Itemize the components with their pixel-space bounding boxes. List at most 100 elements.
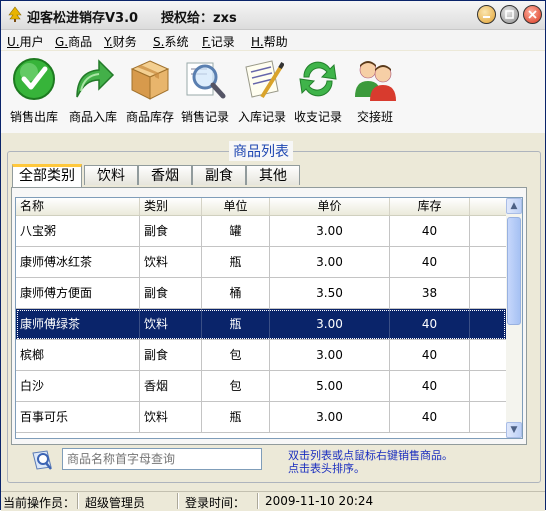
menu-bar: U.用户 G.商品 Y.财务 S.系统 F.记录 H.帮助 <box>1 30 545 50</box>
operator-value: 超级管理员 <box>85 496 146 510</box>
users-icon <box>355 61 396 101</box>
cell-name: 槟榔 <box>16 340 140 370</box>
login-time-label: 登录时间： <box>185 496 246 510</box>
title-bar[interactable]: 迎客松进销存V3.0 授权给：zxs <box>1 1 545 30</box>
toolbar: 销售出库 商品入库 商品库存 销售记录 入库记录 收支记录 交接班 <box>1 51 545 133</box>
cell-price: 5.00 <box>270 371 390 401</box>
magnifier-icon <box>186 62 226 99</box>
scroll-up-button[interactable]: ▲ <box>506 198 522 214</box>
cell-stock: 40 <box>390 247 470 277</box>
sales-out-label: 销售出库 <box>9 110 58 124</box>
shift-handover-button[interactable]: 交接班 <box>346 55 404 129</box>
table-row[interactable]: 康师傅方便面 副食桶 3.50 38 <box>16 278 506 309</box>
table-row[interactable]: 槟榔 副食包 3.00 40 <box>16 340 506 371</box>
cell-price: 3.00 <box>270 402 390 432</box>
tab-all-categories[interactable]: 全部类别 <box>12 164 82 187</box>
menu-records-key: F. <box>202 35 211 49</box>
minimize-icon <box>483 16 490 18</box>
status-separator <box>77 493 79 509</box>
close-button[interactable] <box>523 5 542 24</box>
sales-out-button[interactable]: 销售出库 <box>5 55 63 129</box>
app-window: 迎客松进销存V3.0 授权给：zxs U.用户 G.商品 Y.财务 S.系统 F… <box>0 0 546 511</box>
menu-user-key: U. <box>7 35 20 49</box>
menu-help[interactable]: H.帮助 <box>251 33 288 50</box>
tab-others[interactable]: 其他 <box>246 165 300 185</box>
cell-price: 3.00 <box>270 340 390 370</box>
cell-category: 饮料 <box>140 247 202 277</box>
stock-in-button[interactable]: 商品入库 <box>64 55 122 129</box>
tab-cigarettes[interactable]: 香烟 <box>138 165 192 185</box>
cell-unit: 包 <box>202 340 270 370</box>
menu-system-label: 系统 <box>164 35 189 49</box>
column-header-unit[interactable]: 单位 <box>202 198 270 215</box>
search-icon <box>32 450 52 470</box>
cell-name: 康师傅绿茶 <box>16 309 140 339</box>
cell-category: 饮料 <box>140 402 202 432</box>
minimize-button[interactable] <box>477 5 496 24</box>
menu-goods[interactable]: G.商品 <box>55 33 92 50</box>
cell-unit: 瓶 <box>202 402 270 432</box>
cell-category: 副食 <box>140 340 202 370</box>
cell-stock: 38 <box>390 278 470 308</box>
cell-stock: 40 <box>390 340 470 370</box>
notepad-icon <box>245 60 284 99</box>
menu-goods-key: G. <box>55 35 69 49</box>
cell-category: 香烟 <box>140 371 202 401</box>
cell-price: 3.00 <box>270 216 390 246</box>
scroll-down-button[interactable]: ▼ <box>506 422 522 438</box>
income-expense-button[interactable]: 收支记录 <box>289 55 347 129</box>
inventory-button[interactable]: 商品库存 <box>121 55 179 129</box>
cell-category: 饮料 <box>140 309 202 339</box>
cell-category: 副食 <box>140 216 202 246</box>
table-row[interactable]: 八宝粥 副食罐 3.00 40 <box>16 216 506 247</box>
refresh-icon <box>299 61 337 97</box>
menu-records[interactable]: F.记录 <box>202 33 235 50</box>
usage-hint-line1: 双击列表或点鼠标右键销售商品。 <box>288 449 453 462</box>
column-header-category[interactable]: 类别 <box>140 198 202 215</box>
sales-records-button[interactable]: 销售记录 <box>176 55 234 129</box>
maximize-button[interactable] <box>500 5 519 24</box>
menu-finance-label: 财务 <box>112 35 137 49</box>
tab-groceries[interactable]: 副食 <box>192 165 246 185</box>
search-input[interactable] <box>62 448 262 470</box>
cell-stock: 40 <box>390 309 470 339</box>
scroll-up-arrow-icon: ▲ <box>510 201 518 211</box>
product-table[interactable]: 名称 类别 单位 单价 库存 八宝粥 副食罐 3.00 40 康师傅冰红茶 饮料瓶 3.00… <box>15 197 523 439</box>
cell-name: 八宝粥 <box>16 216 140 246</box>
cell-name: 百事可乐 <box>16 402 140 432</box>
green-arrow-icon <box>76 59 115 98</box>
menu-help-key: H. <box>251 35 264 49</box>
usage-hint: 双击列表或点鼠标右键销售商品。 点击表头排序。 <box>288 449 453 475</box>
column-header-name[interactable]: 名称 <box>16 198 140 215</box>
table-row[interactable]: 白沙 香烟包 5.00 40 <box>16 371 506 402</box>
menu-records-label: 记录 <box>210 35 235 49</box>
box-icon <box>130 60 170 100</box>
table-row[interactable]: 百事可乐 饮料瓶 3.00 40 <box>16 402 506 433</box>
table-row[interactable]: 康师傅冰红茶 饮料瓶 3.00 40 <box>16 247 506 278</box>
cell-unit: 桶 <box>202 278 270 308</box>
vertical-scrollbar[interactable]: ▲ ▼ <box>506 198 522 438</box>
stock-in-records-button[interactable]: 入库记录 <box>233 55 291 129</box>
usage-hint-line2: 点击表头排序。 <box>288 462 365 475</box>
scrollbar-thumb[interactable] <box>507 217 521 325</box>
cell-category: 副食 <box>140 278 202 308</box>
cell-stock: 40 <box>390 402 470 432</box>
table-row[interactable]: 康师傅绿茶 饮料瓶 3.00 40 <box>16 309 506 340</box>
cell-name: 白沙 <box>16 371 140 401</box>
shift-handover-label: 交接班 <box>356 110 393 124</box>
cell-name: 康师傅方便面 <box>16 278 140 308</box>
license-label: 授权给：zxs <box>161 11 237 26</box>
scroll-down-arrow-icon: ▼ <box>510 425 518 435</box>
menu-finance[interactable]: Y.财务 <box>104 33 137 50</box>
maximize-icon <box>505 10 514 19</box>
cell-price: 3.00 <box>270 247 390 277</box>
status-separator <box>257 493 259 509</box>
column-header-stock[interactable]: 库存 <box>390 198 470 215</box>
menu-user[interactable]: U.用户 <box>7 33 44 50</box>
operator-label: 当前操作员： <box>3 496 76 510</box>
cell-stock: 40 <box>390 216 470 246</box>
product-list-title: 商品列表 <box>229 141 293 161</box>
menu-system[interactable]: S.系统 <box>153 33 188 50</box>
column-header-price[interactable]: 单价 <box>270 198 390 215</box>
tab-beverages[interactable]: 饮料 <box>84 165 138 185</box>
